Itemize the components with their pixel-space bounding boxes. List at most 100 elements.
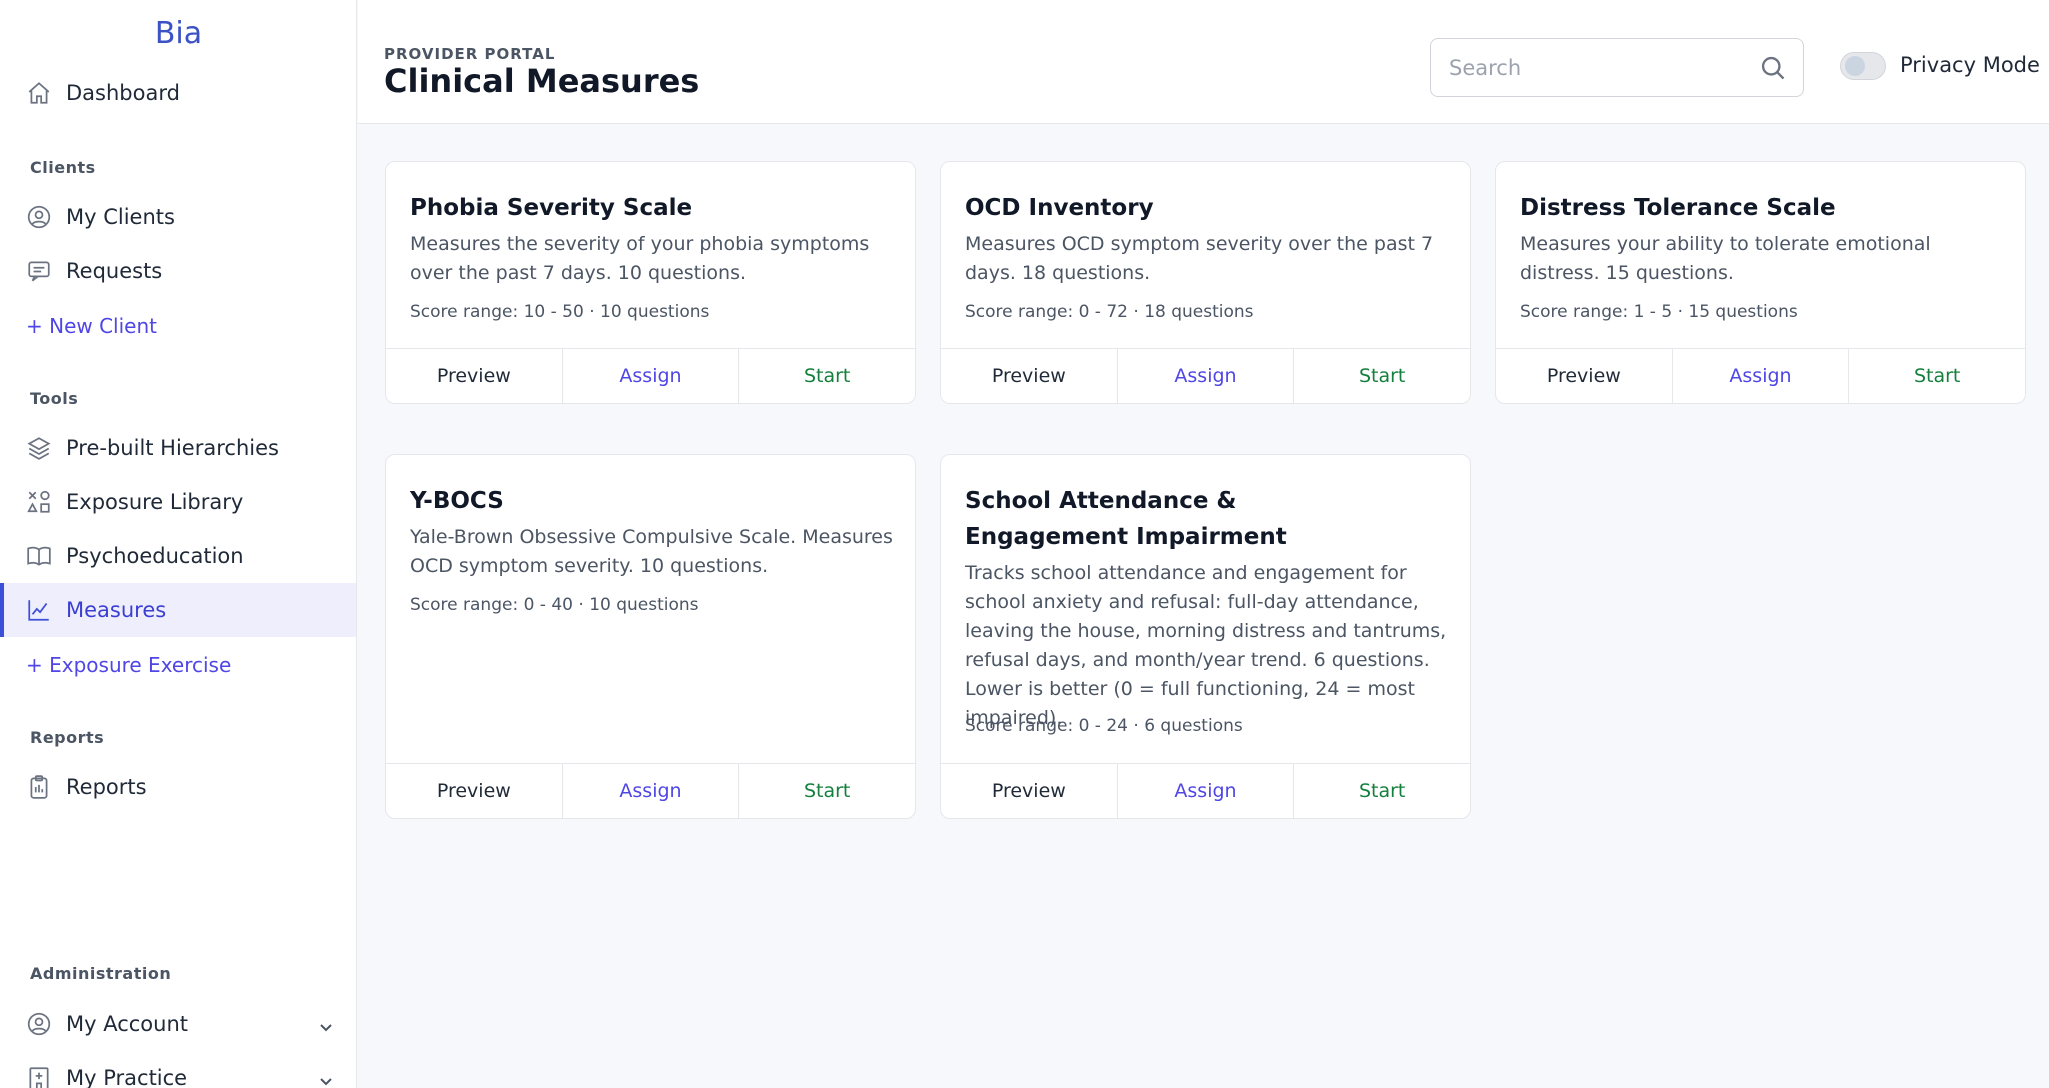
question-count: 6 questions xyxy=(1144,716,1243,736)
start-button[interactable]: Start xyxy=(1294,349,1470,403)
card-actions: Preview Assign Start xyxy=(941,763,1470,818)
sidebar-item-psychoeducation[interactable]: Psychoeducation xyxy=(0,529,356,583)
section-label-administration: Administration xyxy=(30,964,172,983)
sidebar-item-label: Exposure Library xyxy=(66,490,244,514)
preview-button[interactable]: Preview xyxy=(1496,349,1673,403)
question-count: 10 questions xyxy=(600,302,710,322)
section-label-reports: Reports xyxy=(30,728,105,747)
brand-logo[interactable]: Bia xyxy=(0,16,357,51)
sidebar-item-dashboard[interactable]: Dashboard xyxy=(0,66,356,120)
measure-title: Y-BOCS xyxy=(410,488,504,514)
sidebar-item-label: Pre-built Hierarchies xyxy=(66,436,279,460)
assign-button[interactable]: Assign xyxy=(563,764,740,818)
measure-card: Distress Tolerance Scale Measures your a… xyxy=(1495,161,2026,404)
question-count: 18 questions xyxy=(1144,302,1254,322)
preview-button[interactable]: Preview xyxy=(941,349,1118,403)
assign-button[interactable]: Assign xyxy=(563,349,740,403)
chevron-down-icon[interactable] xyxy=(318,1016,334,1032)
score-range: Score range: 0 - 24 xyxy=(965,716,1128,736)
assign-button[interactable]: Assign xyxy=(1673,349,1850,403)
sidebar-item-reports[interactable]: Reports xyxy=(0,760,356,814)
user-circle-icon xyxy=(26,1011,52,1037)
section-label-clients: Clients xyxy=(30,158,96,177)
card-actions: Preview Assign Start xyxy=(941,348,1470,403)
chevron-down-icon[interactable] xyxy=(318,1070,334,1086)
privacy-mode-label: Privacy Mode xyxy=(1900,53,2040,77)
sidebar-item-label: My Practice xyxy=(66,1066,188,1088)
sidebar-item-my-clients[interactable]: My Clients xyxy=(0,190,356,244)
sidebar-item-my-practice[interactable]: My Practice xyxy=(0,1051,356,1088)
meta-separator: · xyxy=(578,595,584,615)
measure-meta: Score range: 0 - 40 · 10 questions xyxy=(410,595,699,615)
measure-card: School Attendance & Engagement Impairmen… xyxy=(940,454,1471,819)
page-title: Clinical Measures xyxy=(384,62,700,100)
measure-meta: Score range: 10 - 50 · 10 questions xyxy=(410,302,709,322)
search-input[interactable] xyxy=(1449,39,1749,96)
measure-card: OCD Inventory Measures OCD symptom sever… xyxy=(940,161,1471,404)
sidebar-item-label: Psychoeducation xyxy=(66,544,244,568)
sidebar-item-label: My Account xyxy=(66,1012,189,1036)
measure-meta: Score range: 0 - 24 · 6 questions xyxy=(965,716,1243,736)
start-button[interactable]: Start xyxy=(1294,764,1470,818)
assign-button[interactable]: Assign xyxy=(1118,764,1295,818)
measure-description: Tracks school attendance and engagement … xyxy=(965,562,1447,729)
new-client-link[interactable]: + New Client xyxy=(26,314,157,338)
measure-meta: Score range: 1 - 5 · 15 questions xyxy=(1520,302,1798,322)
score-range: Score range: 0 - 72 xyxy=(965,302,1128,322)
message-icon xyxy=(26,258,52,284)
portal-eyebrow: PROVIDER PORTAL xyxy=(384,45,556,63)
measure-description: Yale-Brown Obsessive Compulsive Scale. M… xyxy=(410,526,893,577)
sidebar-item-label: Dashboard xyxy=(66,81,180,105)
measure-title: Phobia Severity Scale xyxy=(410,195,693,221)
sidebar-item-my-account[interactable]: My Account xyxy=(0,997,356,1051)
measure-meta: Score range: 0 - 72 · 18 questions xyxy=(965,302,1254,322)
meta-separator: · xyxy=(1677,302,1683,322)
shapes-icon xyxy=(26,489,52,515)
question-count: 15 questions xyxy=(1688,302,1798,322)
sidebar-item-measures[interactable]: Measures xyxy=(0,583,356,637)
privacy-mode-toggle[interactable] xyxy=(1840,52,1886,80)
sidebar-item-label: My Clients xyxy=(66,205,175,229)
score-range: Score range: 10 - 50 xyxy=(410,302,584,322)
sidebar-item-label: Reports xyxy=(66,775,147,799)
user-circle-icon xyxy=(26,204,52,230)
measure-description: Measures your ability to tolerate emotio… xyxy=(1520,233,1931,284)
hospital-icon xyxy=(26,1065,52,1088)
start-button[interactable]: Start xyxy=(739,349,915,403)
measure-card: Y-BOCS Yale-Brown Obsessive Compulsive S… xyxy=(385,454,916,819)
book-open-icon xyxy=(26,543,52,569)
measure-card: Phobia Severity Scale Measures the sever… xyxy=(385,161,916,404)
sidebar-item-label: Measures xyxy=(66,598,167,622)
sidebar: Bia Dashboard Clients My Clients Request… xyxy=(0,0,357,1088)
measure-title: Distress Tolerance Scale xyxy=(1520,195,1836,221)
measure-description: Measures OCD symptom severity over the p… xyxy=(965,233,1434,284)
sidebar-item-label: Requests xyxy=(66,259,163,283)
question-count: 10 questions xyxy=(589,595,699,615)
page-header: PROVIDER PORTAL Clinical Measures Privac… xyxy=(358,0,2049,124)
preview-button[interactable]: Preview xyxy=(386,349,563,403)
card-actions: Preview Assign Start xyxy=(1496,348,2025,403)
meta-separator: · xyxy=(1133,302,1139,322)
score-range: Score range: 0 - 40 xyxy=(410,595,573,615)
assign-button[interactable]: Assign xyxy=(1118,349,1295,403)
card-actions: Preview Assign Start xyxy=(386,763,915,818)
exposure-exercise-link[interactable]: + Exposure Exercise xyxy=(26,653,231,677)
start-button[interactable]: Start xyxy=(739,764,915,818)
clipboard-icon xyxy=(26,774,52,800)
sidebar-item-requests[interactable]: Requests xyxy=(0,244,356,298)
meta-separator: · xyxy=(1133,716,1139,736)
sidebar-item-prebuilt-hierarchies[interactable]: Pre-built Hierarchies xyxy=(0,421,356,475)
preview-button[interactable]: Preview xyxy=(941,764,1118,818)
start-button[interactable]: Start xyxy=(1849,349,2025,403)
search-icon[interactable] xyxy=(1759,54,1787,82)
score-range: Score range: 1 - 5 xyxy=(1520,302,1673,322)
section-label-tools: Tools xyxy=(30,389,79,408)
measure-title: School Attendance & Engagement Impairmen… xyxy=(965,488,1287,550)
preview-button[interactable]: Preview xyxy=(386,764,563,818)
layers-icon xyxy=(26,435,52,461)
measure-title: OCD Inventory xyxy=(965,195,1154,221)
sidebar-item-exposure-library[interactable]: Exposure Library xyxy=(0,475,356,529)
card-actions: Preview Assign Start xyxy=(386,348,915,403)
search-box[interactable] xyxy=(1430,38,1804,97)
home-icon xyxy=(26,80,52,106)
